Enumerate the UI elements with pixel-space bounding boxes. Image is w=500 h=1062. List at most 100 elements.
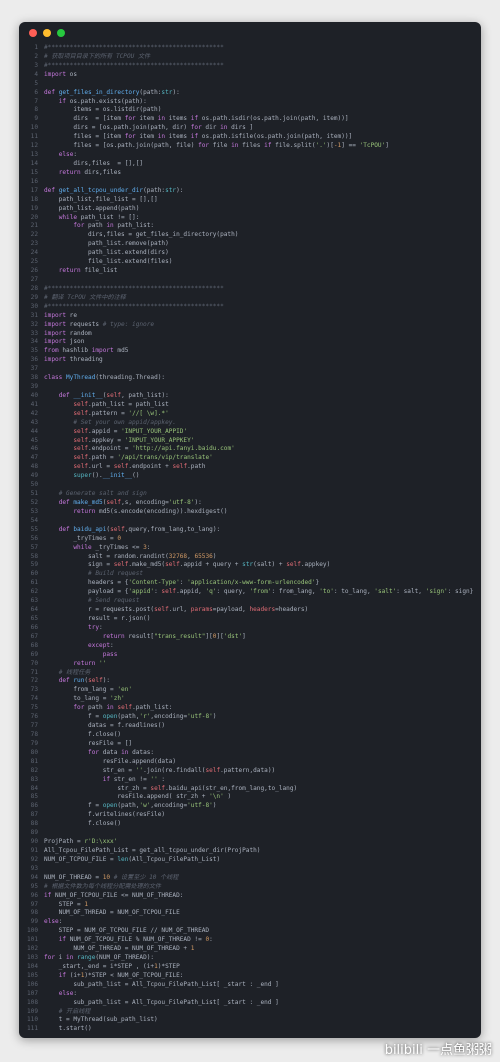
- code-text: if NUM_OF_TCPOU_FILE % NUM_OF_THREAD != …: [58, 936, 213, 944]
- code-line: 20 while path_list != []:: [19, 214, 481, 223]
- code-line: 3 #**************************************…: [19, 62, 481, 71]
- code-text: #***************************************…: [44, 302, 224, 310]
- code-line: 101 if NUM_OF_TCPOU_FILE % NUM_OF_THREAD…: [19, 936, 481, 945]
- line-number: 49: [30, 472, 38, 480]
- code-text: self.appid = 'INPUT_YOUR_APPID': [73, 427, 188, 435]
- code-text: import requests # type: ignore: [44, 320, 155, 328]
- code-line: 44 self.appid = 'INPUT_YOUR_APPID': [19, 428, 481, 437]
- code-line: 12 files = [os.path.join(path, file) for…: [19, 142, 481, 151]
- line-number: 82: [30, 766, 38, 774]
- code-line: 14 dirs,files = [],[]: [19, 160, 481, 169]
- line-number: 68: [30, 641, 38, 649]
- code-line: 109 # 开启线程: [19, 1008, 481, 1017]
- code-text: str_en = ''.join(re.findall(self.pattern…: [44, 766, 276, 774]
- code-line: 17 def get_all_tcpou_under_dir(path:str):: [19, 187, 481, 196]
- line-number: 16: [30, 177, 38, 185]
- line-number: 52: [30, 499, 38, 507]
- code-line: 4 import os: [19, 71, 481, 80]
- code-editor[interactable]: 1 #**************************************…: [19, 44, 481, 1034]
- code-text: dirs = [os.path.join(path, dir) for dir …: [44, 124, 254, 132]
- code-text: self.path_list = path_list: [73, 400, 169, 408]
- code-text: sub_path_list = All_Tcpou_FilePath_List[…: [44, 980, 279, 988]
- line-number: 59: [30, 561, 38, 569]
- line-number: 57: [30, 543, 38, 551]
- code-text: # 开启线程: [58, 1007, 91, 1015]
- line-number: 99: [30, 918, 38, 926]
- code-text: dirs,files = get_files_in_directory(path…: [44, 231, 239, 239]
- code-line: 53 return md5(s.encode(encoding)).hexdig…: [19, 508, 481, 517]
- code-line: 104 _start,_end = i*STEP , (i+1)*STEP: [19, 963, 481, 972]
- line-number: 29: [30, 293, 38, 301]
- code-line: 22 dirs,files = get_files_in_directory(p…: [19, 231, 481, 240]
- line-number: 71: [30, 668, 38, 676]
- line-number: 81: [30, 757, 38, 765]
- code-line: 58 salt = random.randint(32768, 65536): [19, 553, 481, 562]
- code-line: 48 self.url = self.endpoint + self.path: [19, 463, 481, 472]
- line-number: 61: [30, 579, 38, 587]
- code-line: 94 NUM_OF_THREAD = 10 # 设置至少 10 个线程: [19, 874, 481, 883]
- minimize-window-icon[interactable]: [43, 29, 51, 37]
- code-line: 51 # Generate salt and sign: [19, 490, 481, 499]
- code-line: 79 resFile = []: [19, 740, 481, 749]
- code-text: file_list.extend(files): [44, 258, 173, 266]
- line-number: 72: [30, 677, 38, 685]
- line-number: 86: [30, 802, 38, 810]
- code-text: resFile.append(data): [44, 757, 177, 765]
- code-line: 38 class MyThread(threading.Thread):: [19, 374, 481, 383]
- line-number: 108: [26, 998, 38, 1006]
- code-text: # Build request: [88, 570, 144, 578]
- line-number: 73: [30, 686, 38, 694]
- code-line: 90 ProjPath = r'D:\xxx': [19, 838, 481, 847]
- code-text: resFile.append( str_zh + '\n' ): [44, 793, 232, 801]
- line-number: 9: [34, 115, 38, 123]
- line-number: 8: [34, 106, 38, 114]
- line-number: 65: [30, 615, 38, 622]
- maximize-window-icon[interactable]: [57, 29, 65, 37]
- line-number: 2: [34, 52, 38, 60]
- code-text: f.close(): [44, 730, 122, 738]
- code-line: 60 # Build request: [19, 570, 481, 579]
- code-text: #***************************************…: [44, 44, 224, 51]
- close-window-icon[interactable]: [29, 29, 37, 37]
- line-number: 55: [30, 525, 38, 533]
- line-number: 79: [30, 739, 38, 747]
- code-text: f.close(): [44, 820, 122, 828]
- code-text: r = requests.post(self.url, params=paylo…: [44, 606, 309, 614]
- code-line: 67 return result["trans_result"][0]['dst…: [19, 633, 481, 642]
- line-number: 13: [30, 151, 38, 159]
- code-line: 33 import random: [19, 330, 481, 339]
- code-line: 25 file_list.extend(files): [19, 258, 481, 267]
- code-text: str_zh = self.baidu_api(str_en,from_lang…: [44, 784, 298, 792]
- code-line: 80 for data in datas:: [19, 749, 481, 758]
- code-text: # Generate salt and sign: [58, 490, 147, 498]
- code-text: pass: [102, 650, 118, 658]
- line-number: 26: [30, 267, 38, 275]
- code-text: self.endpoint = 'http://api.fanyi.baidu.…: [73, 445, 235, 453]
- code-line: 2 # 获取项目目录下的所有 TCPOU 文件: [19, 53, 481, 62]
- code-text: # 根据文件数为每个线程分配需处理的文件: [44, 882, 162, 890]
- code-line: 71 # 线程任务: [19, 669, 481, 678]
- line-number: 45: [30, 436, 38, 444]
- code-line: 26 return file_list: [19, 267, 481, 276]
- code-text: _tryTimes = 0: [44, 534, 122, 542]
- watermark-text: bilibili 一点鱼粥粥: [384, 1043, 492, 1058]
- code-line: 41 self.path_list = path_list: [19, 401, 481, 410]
- line-number: 83: [30, 775, 38, 783]
- code-line: 103 for i in range(NUM_OF_THREAD):: [19, 954, 481, 963]
- code-text: datas = f.readlines(): [44, 722, 166, 730]
- code-line: 64 r = requests.post(self.url, params=pa…: [19, 606, 481, 615]
- code-line: 106 sub_path_list = All_Tcpou_FilePath_L…: [19, 981, 481, 990]
- code-text: import random: [44, 329, 92, 337]
- line-number: 12: [30, 142, 38, 150]
- line-number: 30: [30, 302, 38, 310]
- code-text: import json: [44, 338, 85, 346]
- code-text: path_list.remove(path): [44, 240, 169, 248]
- code-text: self.path = '/api/trans/vip/translate': [73, 454, 213, 462]
- code-text: super().__init__(): [73, 472, 140, 480]
